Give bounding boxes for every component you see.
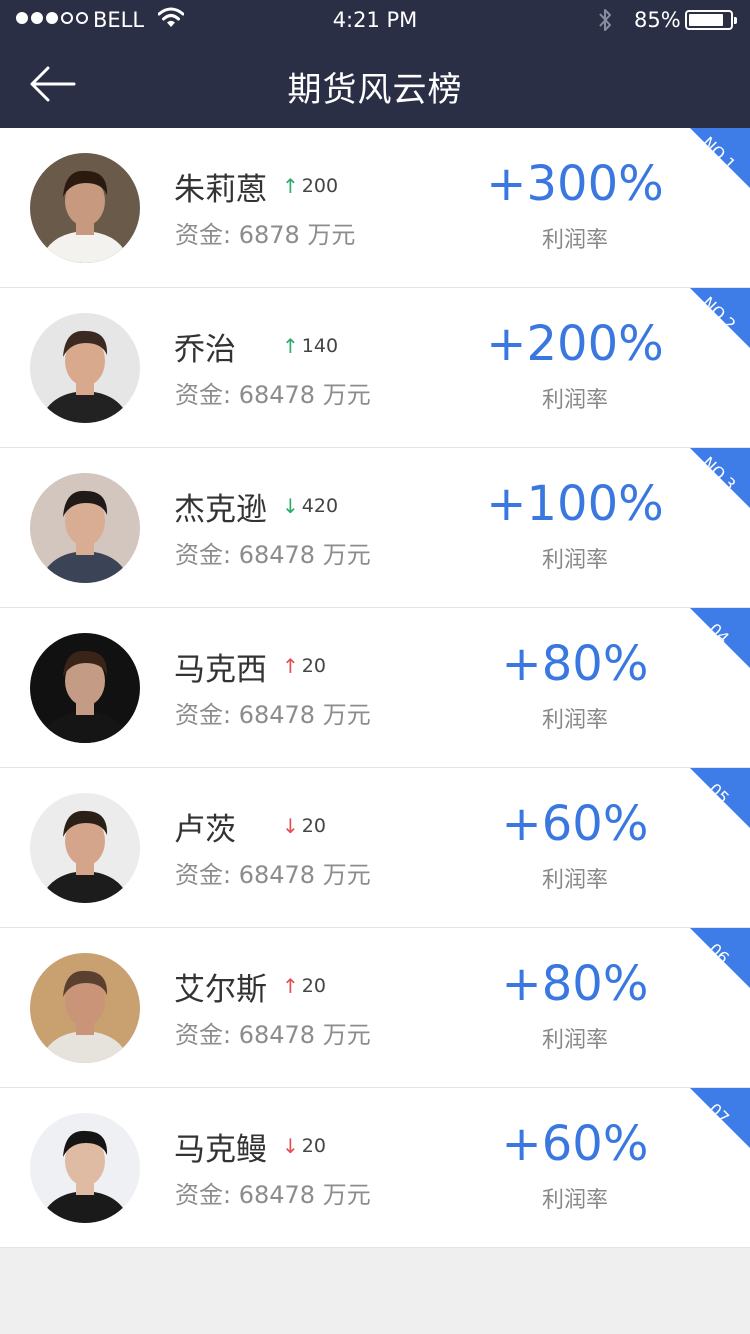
battery-percentage: 85%	[634, 8, 681, 32]
arrow-up-icon: ↑	[282, 654, 299, 678]
rank-change-value: 20	[301, 1135, 326, 1157]
bluetooth-icon	[599, 9, 611, 31]
profit-rate-label: 利润率	[541, 708, 608, 733]
rank-change-value: 20	[301, 815, 326, 837]
rank-ribbon: 05	[690, 768, 750, 828]
profit-rate: +200%	[486, 316, 664, 372]
arrow-down-icon: ↓	[282, 494, 299, 518]
arrow-up-icon: ↑	[282, 974, 299, 998]
profit-rate: +100%	[486, 476, 664, 532]
rank-change-value: 140	[301, 335, 339, 357]
avatar	[30, 313, 140, 423]
ranking-list: 朱莉蒽 ↑ 200 资金: 6878 万元 +300% 利润率 NO.1 乔治 …	[0, 128, 750, 1248]
capital-amount: 资金: 68478 万元	[175, 1021, 371, 1049]
avatar	[30, 153, 140, 263]
trader-name: 马克西	[174, 652, 267, 688]
profit-rate-label: 利润率	[541, 228, 608, 253]
page-title: 期货风云榜	[287, 70, 463, 110]
arrow-down-icon: ↓	[282, 814, 299, 838]
rank-change-value: 200	[301, 175, 339, 197]
rank-ribbon: NO.1	[690, 128, 750, 188]
capital-amount: 资金: 68478 万元	[175, 701, 371, 729]
ranking-row[interactable]: 乔治 ↑ 140 资金: 68478 万元 +200% 利润率 NO.2	[0, 288, 750, 448]
rank-change: ↑ 200	[282, 175, 338, 197]
trader-name: 朱莉蒽	[174, 172, 267, 208]
app-header: BELL 4:21 PM 85% 期货风云榜	[0, 0, 750, 128]
capital-amount: 资金: 68478 万元	[175, 1181, 371, 1209]
rank-ribbon: 07	[690, 1088, 750, 1148]
rank-label: NO.2	[698, 292, 740, 335]
profit-rate-label: 利润率	[541, 1188, 608, 1213]
avatar	[30, 473, 140, 583]
profit-rate-label: 利润率	[541, 388, 608, 413]
capital-amount: 资金: 68478 万元	[175, 861, 371, 889]
ranking-row[interactable]: 杰克逊 ↓ 420 资金: 68478 万元 +100% 利润率 NO.3	[0, 448, 750, 608]
rank-change: ↑ 20	[282, 975, 326, 997]
rank-ribbon: 04	[690, 608, 750, 668]
arrow-up-icon: ↑	[282, 174, 299, 198]
ranking-row[interactable]: 艾尔斯 ↑ 20 资金: 68478 万元 +80% 利润率 06	[0, 928, 750, 1088]
rank-change-value: 420	[301, 495, 339, 517]
ranking-row[interactable]: 朱莉蒽 ↑ 200 资金: 6878 万元 +300% 利润率 NO.1	[0, 128, 750, 288]
rank-change: ↑ 140	[282, 335, 338, 357]
trader-name: 马克鳗	[174, 1132, 267, 1168]
rank-label: 06	[705, 939, 733, 968]
rank-label: 05	[705, 779, 733, 808]
avatar	[30, 1113, 140, 1223]
rank-label: 07	[705, 1099, 733, 1128]
rank-change: ↓ 20	[282, 1135, 326, 1157]
rank-label: NO.3	[698, 452, 740, 495]
status-bar: BELL 4:21 PM 85%	[0, 0, 750, 40]
ranking-row[interactable]: 马克西 ↑ 20 资金: 68478 万元 +80% 利润率 04	[0, 608, 750, 768]
trader-name: 卢茨	[174, 812, 236, 848]
ranking-row[interactable]: 马克鳗 ↓ 20 资金: 68478 万元 +60% 利润率 07	[0, 1088, 750, 1248]
arrow-up-icon: ↑	[282, 334, 299, 358]
profit-rate-label: 利润率	[541, 868, 608, 893]
rank-change-value: 20	[301, 975, 326, 997]
rank-label: NO.1	[698, 132, 740, 175]
profit-rate: +80%	[501, 636, 649, 692]
rank-change-value: 20	[301, 655, 326, 677]
rank-label: 04	[705, 619, 733, 648]
profit-rate-label: 利润率	[541, 548, 608, 573]
trader-name: 乔治	[174, 332, 236, 368]
capital-amount: 资金: 6878 万元	[175, 221, 356, 249]
rank-ribbon: NO.3	[690, 448, 750, 508]
arrow-down-icon: ↓	[282, 1134, 299, 1158]
capital-amount: 资金: 68478 万元	[175, 541, 371, 569]
avatar	[30, 633, 140, 743]
rank-change: ↓ 20	[282, 815, 326, 837]
rank-change: ↑ 20	[282, 655, 326, 677]
trader-name: 艾尔斯	[174, 972, 267, 1008]
rank-change: ↓ 420	[282, 495, 338, 517]
trader-name: 杰克逊	[174, 492, 267, 528]
profit-rate: +80%	[501, 956, 649, 1012]
profit-rate-label: 利润率	[541, 1028, 608, 1053]
avatar	[30, 793, 140, 903]
profit-rate: +300%	[486, 156, 664, 212]
capital-amount: 资金: 68478 万元	[175, 381, 371, 409]
ranking-row[interactable]: 卢茨 ↓ 20 资金: 68478 万元 +60% 利润率 05	[0, 768, 750, 928]
profit-rate: +60%	[501, 1116, 649, 1172]
rank-ribbon: NO.2	[690, 288, 750, 348]
battery-icon	[685, 10, 737, 30]
profit-rate: +60%	[501, 796, 649, 852]
rank-ribbon: 06	[690, 928, 750, 988]
avatar	[30, 953, 140, 1063]
